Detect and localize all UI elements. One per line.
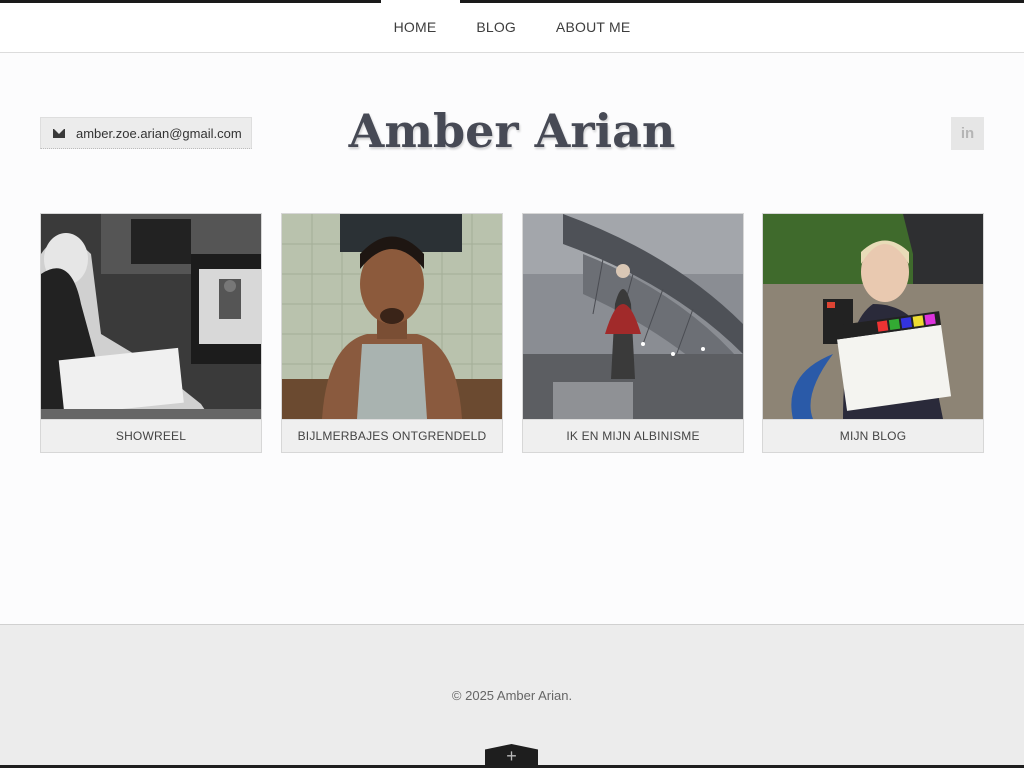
director-monitor-photo <box>41 214 261 419</box>
site-title: Amber Arian <box>348 104 676 158</box>
portfolio-cards: SHOWREEL BIJLMERBAJES ONTGRENDELD IK EN … <box>40 213 984 453</box>
nav-home[interactable]: HOME <box>394 19 437 35</box>
card-mijn-blog[interactable]: MIJN BLOG <box>762 213 984 453</box>
card-caption: SHOWREEL <box>41 419 261 452</box>
copyright-text: © 2025 Amber Arian. <box>451 688 573 703</box>
main-nav: HOME BLOG ABOUT ME <box>0 19 1024 35</box>
clapperboard-photo <box>763 214 983 419</box>
station-statue-photo <box>523 214 743 419</box>
active-tab-indicator <box>381 0 460 3</box>
top-navigation-bar: HOME BLOG ABOUT ME <box>0 0 1024 53</box>
card-ik-en-mijn-albinisme[interactable]: IK EN MIJN ALBINISME <box>522 213 744 453</box>
linkedin-icon[interactable]: in <box>951 117 984 150</box>
card-bijlmerbajes-ontgrendeld[interactable]: BIJLMERBAJES ONTGRENDELD <box>281 213 503 453</box>
man-portrait-photo <box>282 214 502 419</box>
card-caption: MIJN BLOG <box>763 419 983 452</box>
card-caption: IK EN MIJN ALBINISME <box>523 419 743 452</box>
site-footer: © 2025 Amber Arian. + <box>0 624 1024 768</box>
nav-about-me[interactable]: ABOUT ME <box>556 19 630 35</box>
linkedin-label: in <box>960 125 975 142</box>
card-showreel[interactable]: SHOWREEL <box>40 213 262 453</box>
card-caption: BIJLMERBAJES ONTGRENDELD <box>282 419 502 452</box>
nav-blog[interactable]: BLOG <box>476 19 516 35</box>
